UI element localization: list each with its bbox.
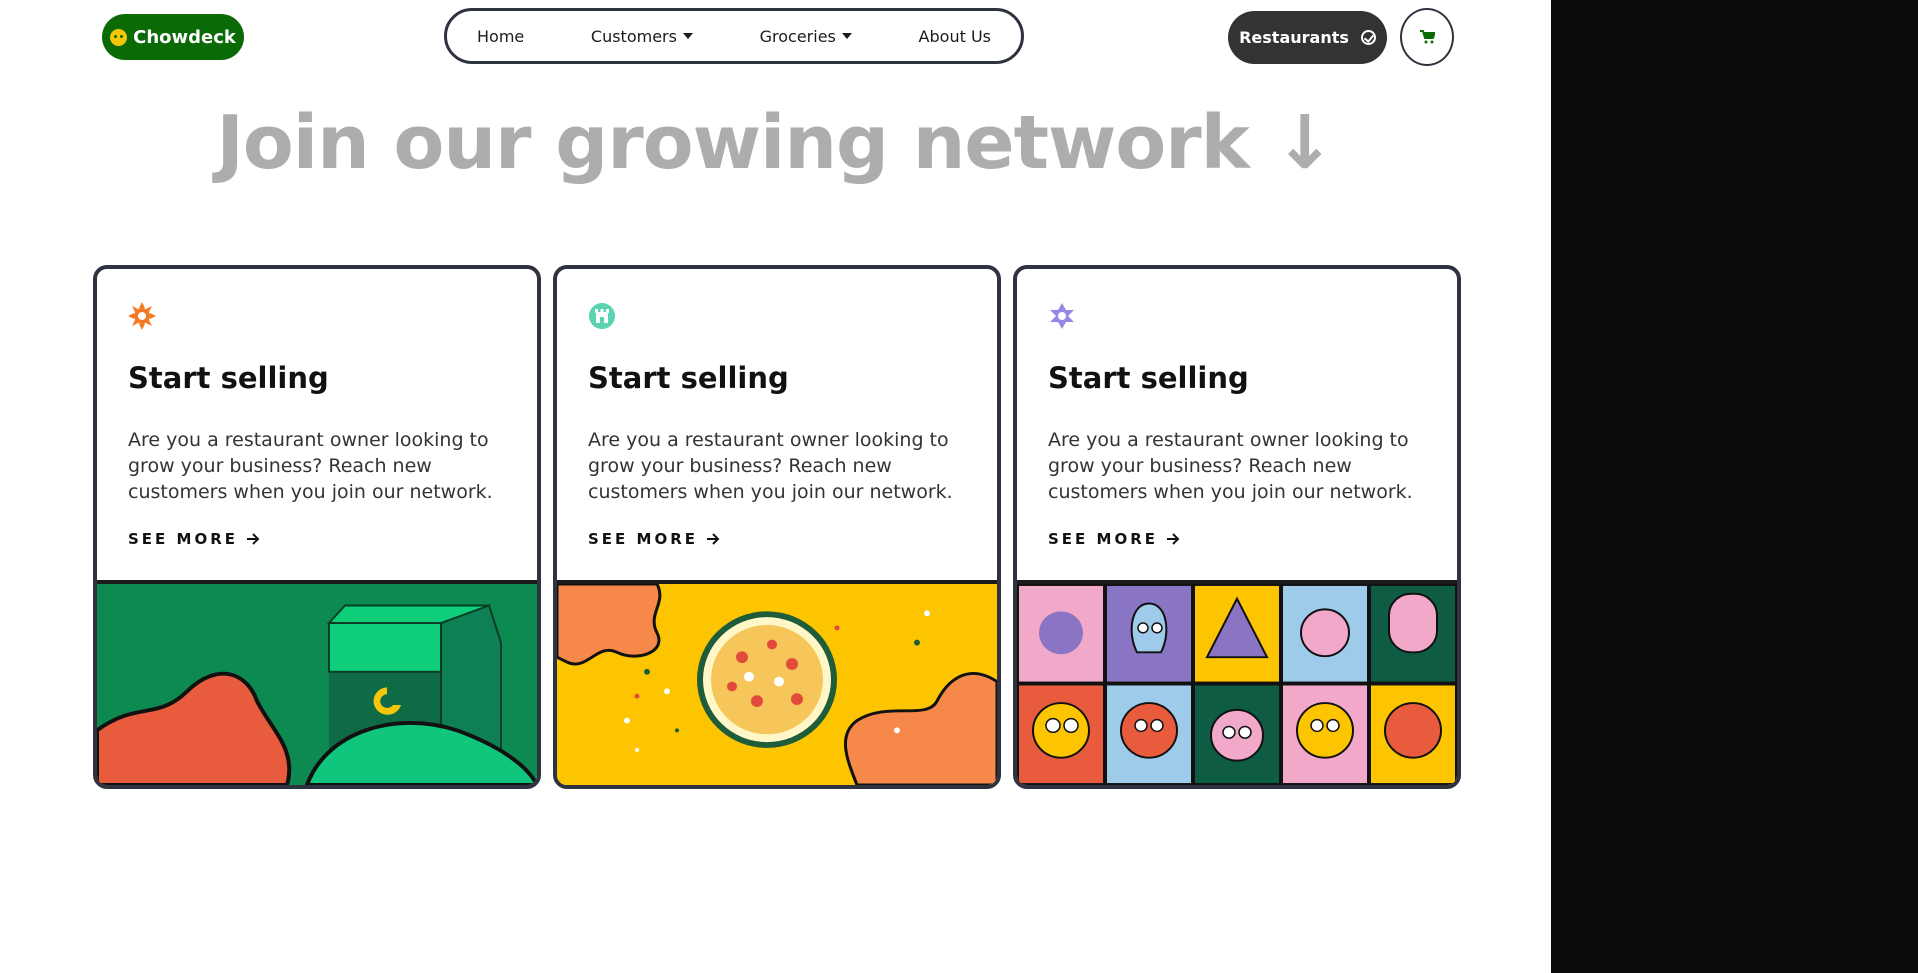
nav-customers[interactable]: Customers <box>591 27 693 46</box>
arrow-right-icon <box>707 533 720 545</box>
restaurants-button[interactable]: Restaurants <box>1228 11 1387 64</box>
see-more-label: SEE MORE <box>588 530 698 548</box>
see-more-label: SEE MORE <box>128 530 238 548</box>
nav-customers-label: Customers <box>590 26 677 46</box>
card-description: Are you a restaurant owner looking to gr… <box>128 429 493 503</box>
chowdeck-logo[interactable]: Chowdeck <box>102 14 244 60</box>
main-nav: Home Customers Groceries About Us <box>444 8 1024 64</box>
brand-name: Chowdeck <box>133 26 236 48</box>
caret-down-icon <box>682 33 693 39</box>
cart-button[interactable] <box>1400 8 1454 66</box>
see-more-link[interactable]: SEE MORE <box>1048 530 1180 548</box>
check-circle-icon <box>1360 30 1376 45</box>
delivery-box-illustration <box>97 580 537 785</box>
see-more-link[interactable]: SEE MORE <box>588 530 720 548</box>
nav-groceries-label: Groceries <box>759 26 836 46</box>
card-description: Are you a restaurant owner looking to gr… <box>1048 429 1413 503</box>
card-title: Start selling <box>1048 361 1249 395</box>
arrow-right-icon <box>247 533 260 545</box>
right-dark-strip <box>1551 0 1918 973</box>
card-title: Start selling <box>128 361 329 395</box>
nav-groceries[interactable]: Groceries <box>760 27 852 46</box>
nav-about-label: About Us <box>918 26 991 46</box>
arrow-right-icon <box>1167 533 1180 545</box>
sun-icon <box>128 302 156 330</box>
caret-down-icon <box>841 33 852 39</box>
characters-grid-illustration <box>1017 580 1457 785</box>
star-icon <box>1050 303 1074 329</box>
card-description: Are you a restaurant owner looking to gr… <box>588 429 953 503</box>
card-start-selling-1: Start selling Are you a restaurant owner… <box>93 265 541 789</box>
cart-icon <box>1420 30 1435 44</box>
castle-icon <box>589 303 615 329</box>
card-start-selling-2: Start selling Are you a restaurant owner… <box>553 265 1001 789</box>
nav-home-label: Home <box>477 26 525 46</box>
nav-home[interactable]: Home <box>477 27 524 46</box>
restaurants-label: Restaurants <box>1239 28 1349 47</box>
card-start-selling-3: Start selling Are you a restaurant owner… <box>1013 265 1461 789</box>
card-title: Start selling <box>588 361 789 395</box>
logo-icon <box>110 28 128 46</box>
pizza-illustration <box>557 580 997 785</box>
nav-about-us[interactable]: About Us <box>919 27 991 46</box>
see-more-link[interactable]: SEE MORE <box>128 530 260 548</box>
hero-title: Join our growing network ↓ <box>216 100 1335 186</box>
see-more-label: SEE MORE <box>1048 530 1158 548</box>
